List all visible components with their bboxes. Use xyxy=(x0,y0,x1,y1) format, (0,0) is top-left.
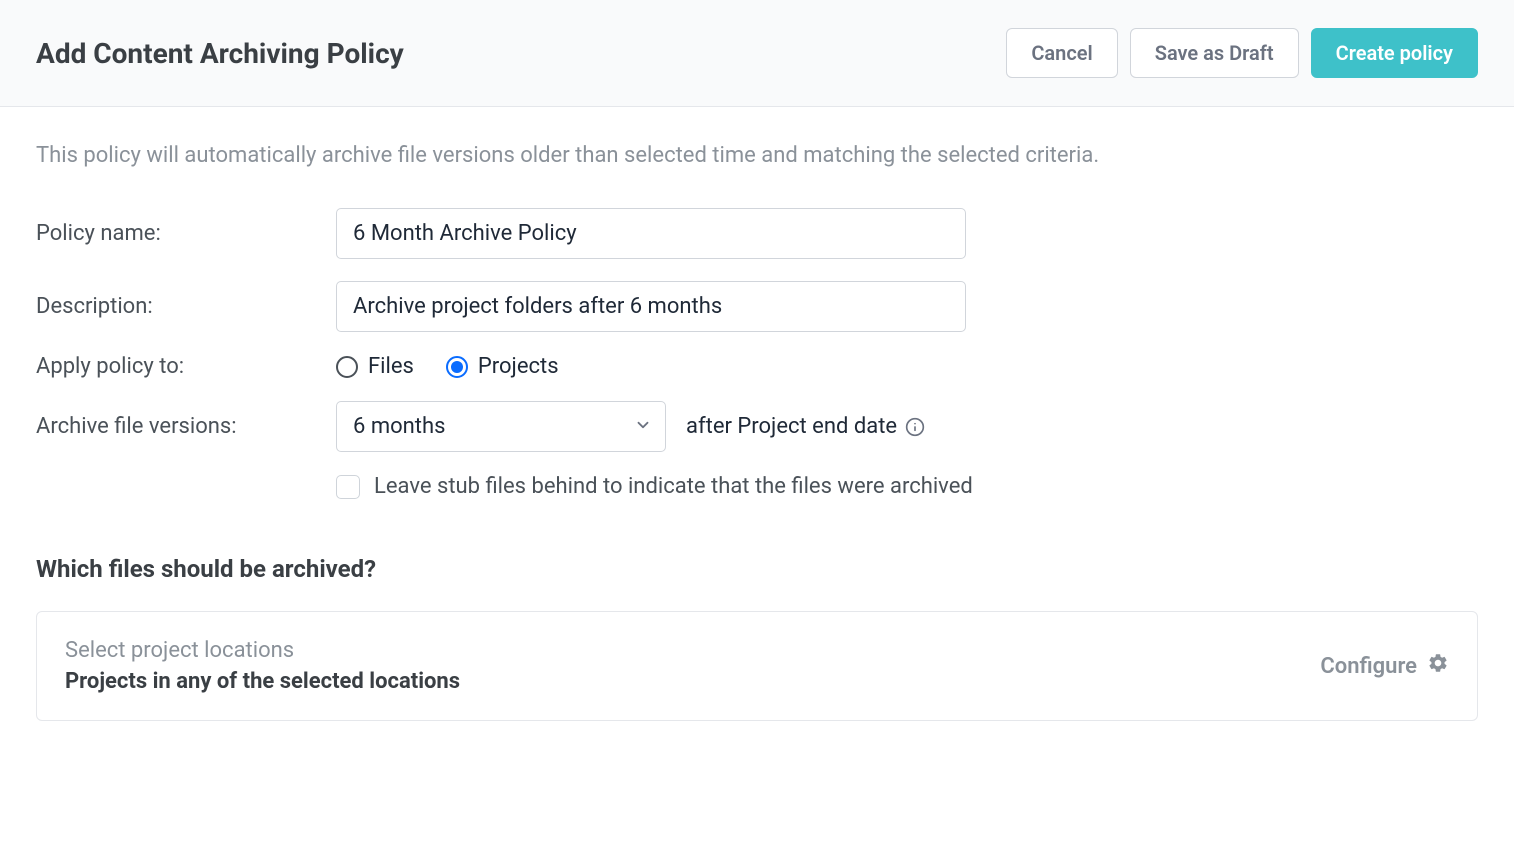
header-buttons: Cancel Save as Draft Create policy xyxy=(1006,28,1478,78)
config-subtitle: Select project locations xyxy=(65,638,460,663)
intro-text: This policy will automatically archive f… xyxy=(36,143,1478,168)
apply-to-label: Apply policy to: xyxy=(36,354,336,379)
which-files-heading: Which files should be archived? xyxy=(36,555,1478,583)
save-draft-button[interactable]: Save as Draft xyxy=(1130,28,1299,78)
radio-checked-icon xyxy=(446,356,468,378)
archive-versions-select-wrapper xyxy=(336,401,666,452)
apply-to-files-radio[interactable]: Files xyxy=(336,354,414,379)
stub-files-checkbox[interactable] xyxy=(336,475,360,499)
description-row: Description: xyxy=(36,281,1478,332)
after-end-date-text: after Project end date xyxy=(686,414,925,439)
archive-versions-label: Archive file versions: xyxy=(36,414,336,439)
apply-to-files-label: Files xyxy=(368,354,414,379)
after-text-label: after Project end date xyxy=(686,414,897,439)
config-title: Projects in any of the selected location… xyxy=(65,669,460,694)
description-label: Description: xyxy=(36,294,336,319)
stub-files-row: Leave stub files behind to indicate that… xyxy=(336,474,1478,499)
cancel-button[interactable]: Cancel xyxy=(1006,28,1117,78)
policy-name-row: Policy name: xyxy=(36,208,1478,259)
configure-button[interactable]: Configure xyxy=(1320,652,1449,680)
page-header: Add Content Archiving Policy Cancel Save… xyxy=(0,0,1514,107)
archive-versions-row: Archive file versions: after Project end… xyxy=(36,401,1478,452)
configure-label: Configure xyxy=(1320,654,1417,679)
apply-to-radio-group: Files Projects xyxy=(336,354,559,379)
policy-name-input[interactable] xyxy=(336,208,966,259)
info-icon[interactable] xyxy=(905,417,925,437)
apply-to-projects-radio[interactable]: Projects xyxy=(446,354,559,379)
apply-to-row: Apply policy to: Files Projects xyxy=(36,354,1478,379)
page-title: Add Content Archiving Policy xyxy=(36,37,404,70)
location-config-card: Select project locations Projects in any… xyxy=(36,611,1478,721)
description-input[interactable] xyxy=(336,281,966,332)
apply-to-projects-label: Projects xyxy=(478,354,559,379)
config-left: Select project locations Projects in any… xyxy=(65,638,460,694)
create-policy-button[interactable]: Create policy xyxy=(1311,28,1478,78)
policy-name-label: Policy name: xyxy=(36,221,336,246)
radio-unchecked-icon xyxy=(336,356,358,378)
archive-versions-select[interactable] xyxy=(336,401,666,452)
gear-icon xyxy=(1427,652,1449,680)
content-area: This policy will automatically archive f… xyxy=(0,107,1514,757)
stub-files-label: Leave stub files behind to indicate that… xyxy=(374,474,973,499)
